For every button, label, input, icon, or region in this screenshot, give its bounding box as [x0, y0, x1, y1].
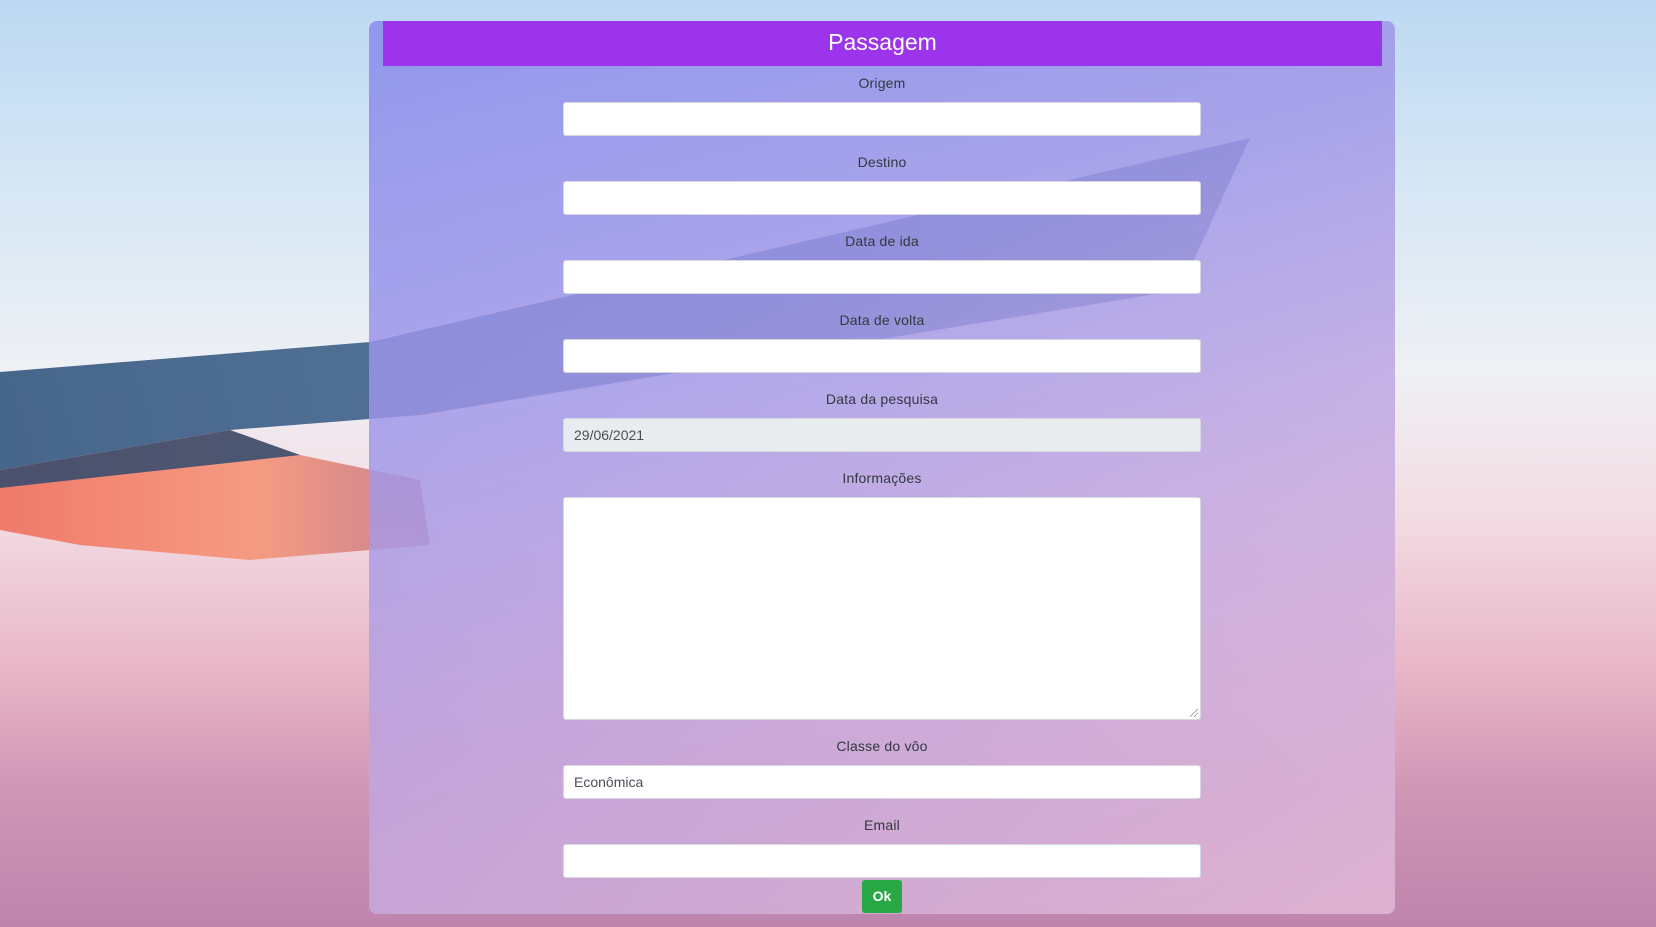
data-pesquisa-label: Data da pesquisa	[825, 391, 939, 407]
booking-form: Origem Destino Data de ida Data de volta…	[563, 75, 1201, 896]
destino-input[interactable]	[563, 181, 1201, 215]
classe-select[interactable]: Econômica	[563, 765, 1201, 799]
data-ida-label: Data de ida	[845, 233, 919, 249]
page-title: Passagem	[383, 21, 1382, 66]
informacoes-textarea[interactable]	[563, 497, 1201, 720]
destino-label: Destino	[857, 154, 907, 170]
data-pesquisa-field: 29/06/2021	[563, 418, 1201, 452]
ok-button[interactable]: Ok	[862, 880, 902, 913]
origem-input[interactable]	[563, 102, 1201, 136]
informacoes-label: Informações	[842, 470, 922, 486]
data-ida-input[interactable]	[563, 260, 1201, 294]
classe-label: Classe do vôo	[836, 738, 928, 754]
email-input[interactable]	[563, 844, 1201, 878]
data-volta-label: Data de volta	[839, 312, 925, 328]
email-label: Email	[863, 817, 900, 833]
origem-label: Origem	[858, 75, 906, 91]
resize-grip-icon[interactable]	[1190, 709, 1198, 717]
data-volta-input[interactable]	[563, 339, 1201, 373]
booking-form-card: Passagem Origem Destino Data de ida Data…	[369, 21, 1395, 914]
